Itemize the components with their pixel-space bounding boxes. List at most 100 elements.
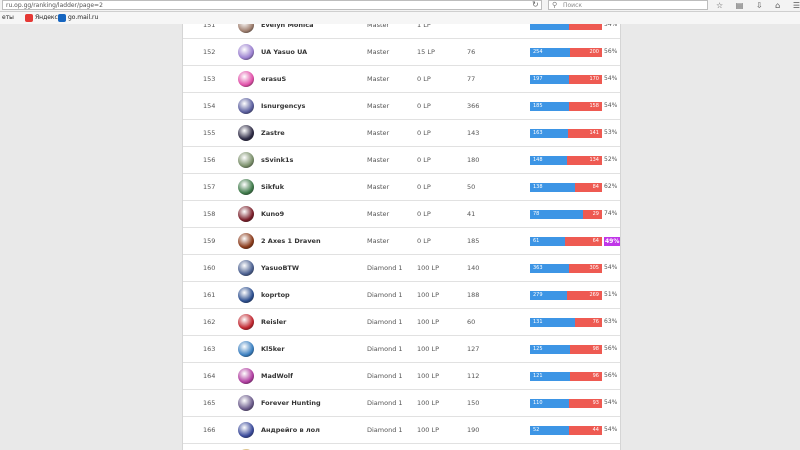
summoner-name-link[interactable]: sSvink1s: [261, 147, 293, 173]
url-bar[interactable]: ru.op.gg/ranking/ladder/page=2: [2, 0, 542, 10]
summoner-name-link[interactable]: YasuoBTW: [261, 255, 299, 281]
clipboard-icon[interactable]: ▤: [736, 1, 744, 10]
lp-cell: 100 LP: [417, 345, 440, 353]
rank-cell: 159: [203, 237, 216, 245]
rank-cell: 155: [203, 129, 216, 137]
level-cell: 140: [467, 264, 480, 272]
champion-avatar-icon: [238, 368, 254, 384]
tier-cell: Master: [367, 129, 390, 137]
wins-bar: 121: [530, 372, 571, 381]
winrate-bar: 279 269: [530, 291, 602, 300]
summoner-name-link[interactable]: Sikfuk: [261, 174, 284, 200]
summoner-name-link[interactable]: Kuno9: [261, 201, 284, 227]
rank-cell: 164: [203, 372, 216, 380]
table-row[interactable]: 166 Андрейго в лол Diamond 1 100 LP 190 52 44 5…: [183, 417, 620, 444]
tier-cell: Master: [367, 75, 390, 83]
table-row[interactable]: 154 Isnurgencys Master 0 LP 366 185 158 54%: [183, 93, 620, 120]
level-cell: 366: [467, 102, 480, 110]
winrate-bar: 254 200: [530, 48, 602, 57]
winrate-percent: 54%: [604, 24, 618, 28]
bookmark-yandex[interactable]: Яндекс: [25, 12, 58, 24]
losses-bar: 141: [568, 129, 602, 138]
lp-cell: 100 LP: [417, 372, 440, 380]
table-row[interactable]: 160 YasuoBTW Diamond 1 100 LP 140 363 305 54%: [183, 255, 620, 282]
tier-cell: Diamond 1: [367, 372, 403, 380]
wins-bar: 363: [530, 264, 569, 273]
lp-cell: 0 LP: [417, 102, 431, 110]
rank-cell: 163: [203, 345, 216, 353]
tier-cell: Diamond 1: [367, 264, 403, 272]
tier-cell: Master: [367, 48, 390, 56]
table-row[interactable]: 164 MadWolf Diamond 1 100 LP 112 121 96 56%: [183, 363, 620, 390]
summoner-name-link[interactable]: Zastre: [261, 120, 285, 146]
wins-bar: 148: [530, 156, 568, 165]
bookmark-item[interactable]: еты: [2, 12, 14, 24]
summoner-name-link[interactable]: Kl5ker: [261, 336, 285, 362]
summoner-name-link[interactable]: Я скриптер 4Head: [261, 444, 329, 450]
table-row[interactable]: 167Я скриптер 4HeadDiamond 1100 LP414725…: [183, 444, 620, 450]
search-input[interactable]: ⚲ Поиск: [548, 0, 708, 10]
summoner-name-link[interactable]: Isnurgencys: [261, 93, 305, 119]
wins-bar: 254: [530, 48, 571, 57]
table-row[interactable]: 162 Reisler Diamond 1 100 LP 60 131 76 63%: [183, 309, 620, 336]
winrate-bar: 131 76: [530, 318, 602, 327]
losses-bar: [568, 24, 602, 30]
level-cell: 150: [467, 399, 480, 407]
champion-avatar-icon: [238, 395, 254, 411]
losses-bar: 93: [568, 399, 602, 408]
table-row[interactable]: 158 Kuno9 Master 0 LP 41 78 29 74%: [183, 201, 620, 228]
winrate-percent: 56%: [604, 372, 618, 379]
star-icon[interactable]: ☆: [716, 1, 723, 10]
table-row[interactable]: 153 erasuS Master 0 LP 77 197 170 54%: [183, 66, 620, 93]
summoner-name-link[interactable]: Reisler: [261, 309, 286, 335]
winrate-bar: 148 134: [530, 156, 602, 165]
summoner-name-link[interactable]: Forever Hunting: [261, 390, 321, 416]
winrate-percent: 65%: [604, 444, 617, 450]
menu-icon[interactable]: ☰: [793, 1, 800, 10]
table-row[interactable]: 157 Sikfuk Master 0 LP 50 138 84 62%: [183, 174, 620, 201]
summoner-name-link[interactable]: Андрейго в лол: [261, 417, 320, 443]
download-icon[interactable]: ⇩: [756, 1, 763, 10]
losses-bar: 305: [568, 264, 602, 273]
summoner-name-link[interactable]: UA Yasuo UA: [261, 39, 307, 65]
yandex-icon: [25, 14, 33, 22]
reload-icon[interactable]: ↻: [532, 0, 539, 10]
table-row[interactable]: 151 Evelyn Monica Master 1 LP 54%: [183, 24, 620, 39]
browser-toolbar: ru.op.gg/ranking/ladder/page=2 ↻ ⚲ Поиск…: [0, 0, 800, 12]
tier-cell: Master: [367, 237, 390, 245]
level-cell: 185: [467, 237, 480, 245]
table-row[interactable]: 159 2 Axes 1 Draven Master 0 LP 185 61 64 49%: [183, 228, 621, 255]
table-row[interactable]: 152 UA Yasuo UA Master 15 LP 76 254 200 56%: [183, 39, 620, 66]
lp-cell: 0 LP: [417, 129, 431, 137]
summoner-name-link[interactable]: MadWolf: [261, 363, 293, 389]
table-row[interactable]: 156 sSvink1s Master 0 LP 180 148 134 52%: [183, 147, 620, 174]
page-content: 151 Evelyn Monica Master 1 LP 54% 152 UA Yasuo…: [0, 24, 800, 450]
summoner-name-link[interactable]: 2 Axes 1 Draven: [261, 228, 321, 254]
summoner-name-link[interactable]: koprtop: [261, 282, 290, 308]
level-cell: 190: [467, 426, 480, 434]
tier-cell: Diamond 1: [367, 444, 403, 450]
table-row[interactable]: 161 koprtop Diamond 1 100 LP 188 279 269 51%: [183, 282, 620, 309]
home-icon[interactable]: ⌂: [775, 1, 780, 10]
lp-cell: 0 LP: [417, 210, 431, 218]
summoner-name-link[interactable]: Evelyn Monica: [261, 24, 313, 38]
tier-cell: Diamond 1: [367, 426, 403, 434]
wins-bar: 163: [530, 129, 569, 138]
champion-avatar-icon: [238, 24, 254, 33]
lp-cell: 15 LP: [417, 48, 435, 56]
winrate-bar: 185 158: [530, 102, 602, 111]
winrate-bar: [530, 24, 602, 30]
losses-bar: 170: [568, 75, 602, 84]
bookmark-go-mail[interactable]: go.mail.ru: [58, 12, 98, 24]
summoner-name-link[interactable]: erasuS: [261, 66, 286, 92]
table-row[interactable]: 163 Kl5ker Diamond 1 100 LP 127 125 98 56%: [183, 336, 620, 363]
tier-cell: Diamond 1: [367, 291, 403, 299]
winrate-percent: 53%: [604, 129, 618, 136]
table-row[interactable]: 165 Forever Hunting Diamond 1 100 LP 150 110 9…: [183, 390, 620, 417]
lp-cell: 0 LP: [417, 237, 431, 245]
tier-cell: Diamond 1: [367, 345, 403, 353]
tier-cell: Diamond 1: [367, 399, 403, 407]
table-row[interactable]: 155 Zastre Master 0 LP 143 163 141 53%: [183, 120, 620, 147]
tier-cell: Master: [367, 102, 390, 110]
wins-bar: [530, 24, 569, 30]
